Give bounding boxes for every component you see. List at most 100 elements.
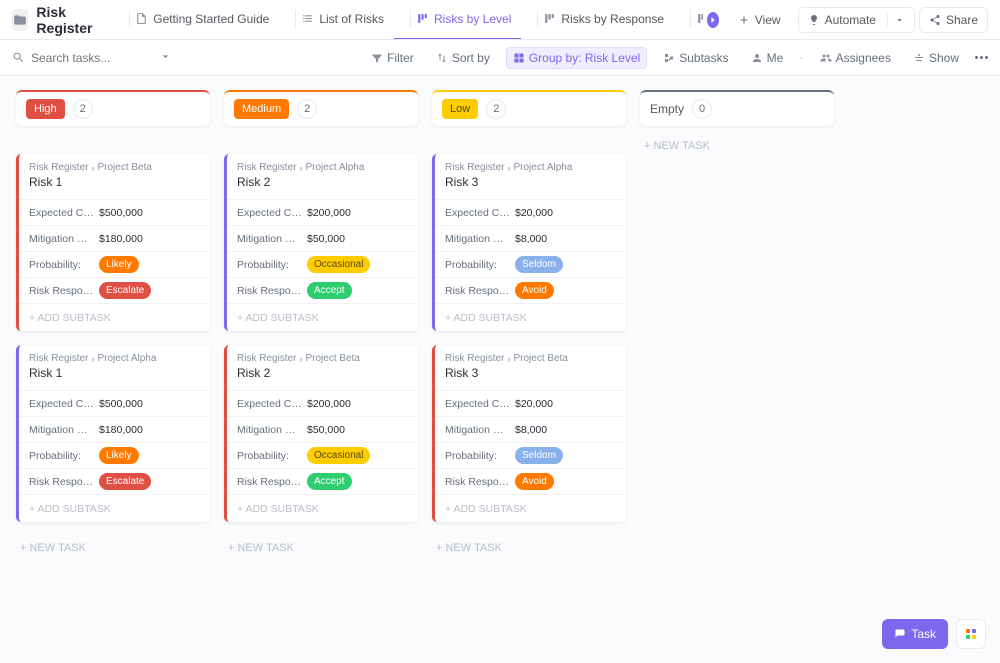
response-pill: Escalate <box>99 473 151 490</box>
tab-label: Risks by Level <box>434 12 511 26</box>
field-label: Expected C… <box>29 398 99 410</box>
field-label: Risk Respo… <box>29 476 99 488</box>
page-title: Risk Register <box>36 4 103 36</box>
new-task-button[interactable]: + NEW TASK <box>224 536 418 560</box>
chevron-down-icon[interactable] <box>159 50 172 66</box>
field-value: $50,000 <box>307 424 345 436</box>
risk-card[interactable]: Risk Register›Project Beta Risk 3 Expected… <box>432 345 626 522</box>
field-value: $8,000 <box>515 424 547 436</box>
field-value: $180,000 <box>99 233 143 245</box>
subtasks-label: Subtasks <box>679 51 728 65</box>
add-subtask-button[interactable]: + ADD SUBTASK <box>435 303 626 331</box>
new-task-button[interactable]: + NEW TASK <box>16 536 210 560</box>
add-subtask-button[interactable]: + ADD SUBTASK <box>19 303 210 331</box>
field-label: Probability: <box>237 450 307 462</box>
column-badge: High <box>26 99 65 119</box>
column-count: 2 <box>486 99 506 119</box>
column-count: 2 <box>73 99 93 119</box>
card-title: Risk 3 <box>445 175 616 189</box>
field-label: Risk Respo… <box>445 285 515 297</box>
automate-label: Automate <box>825 13 876 27</box>
field-value: $500,000 <box>99 398 143 410</box>
response-pill: Avoid <box>515 473 554 490</box>
me-button[interactable]: Me <box>745 48 790 68</box>
sort-button[interactable]: Sort by <box>430 48 496 68</box>
add-subtask-button[interactable]: + ADD SUBTASK <box>435 494 626 522</box>
field-label: Expected C… <box>445 207 515 219</box>
share-label: Share <box>946 13 978 27</box>
field-value: $20,000 <box>515 398 553 410</box>
risk-card[interactable]: Risk Register›Project Alpha Risk 1 Expecte… <box>16 345 210 522</box>
risk-card[interactable]: Risk Register›Project AlphaRisk 2Expecte… <box>224 154 418 331</box>
group-label: Group by: Risk Level <box>529 51 640 65</box>
field-label: Risk Respo… <box>237 285 307 297</box>
new-task-button[interactable]: + NEW TASK <box>640 134 834 158</box>
apps-button[interactable] <box>956 619 986 649</box>
risk-card[interactable]: Risk Register›Project BetaRisk 2Expected… <box>224 345 418 522</box>
tab-label: Risks by Response <box>561 12 664 26</box>
card-title: Risk 1 <box>29 366 200 380</box>
add-subtask-button[interactable]: + ADD SUBTASK <box>227 303 418 331</box>
add-subtask-button[interactable]: + ADD SUBTASK <box>19 494 210 522</box>
column-header[interactable]: High 2 <box>16 90 210 126</box>
probability-pill: Likely <box>99 447 139 464</box>
tabs-overflow-button[interactable] <box>707 12 719 28</box>
assignees-button[interactable]: Assignees <box>814 48 897 68</box>
toolbar: Filter Sort by Group by: Risk Level Subt… <box>0 40 1000 76</box>
more-menu-button[interactable] <box>975 56 988 59</box>
group-by-button[interactable]: Group by: Risk Level <box>506 47 647 69</box>
add-subtask-button[interactable]: + ADD SUBTASK <box>227 494 418 522</box>
tab-risks-by-response[interactable]: Risks by Response <box>521 0 674 39</box>
column-count: 0 <box>692 99 712 119</box>
field-value: $20,000 <box>515 207 553 219</box>
breadcrumb: Risk Register›Project Alpha <box>237 162 408 173</box>
field-label: Probability: <box>29 259 99 271</box>
share-button[interactable]: Share <box>919 7 988 33</box>
risk-card[interactable]: Risk Register›Project BetaRisk 1Expected… <box>16 154 210 331</box>
field-label: Mitigation … <box>445 233 515 245</box>
probability-pill: Seldom <box>515 256 563 273</box>
kanban-board: High2Risk Register›Project BetaRisk 1Exp… <box>0 76 1000 663</box>
folder-icon <box>12 9 28 31</box>
field-value: $180,000 <box>99 424 143 436</box>
card-title: Risk 2 <box>237 366 408 380</box>
tab-getting-started-guide[interactable]: Getting Started Guide <box>119 0 279 39</box>
show-label: Show <box>929 51 959 65</box>
automate-button[interactable]: Automate <box>798 7 915 33</box>
column-header[interactable]: Low 2 <box>432 90 626 126</box>
chevron-down-icon <box>887 14 905 26</box>
sort-label: Sort by <box>452 51 490 65</box>
probability-pill: Occasional <box>307 256 370 273</box>
show-button[interactable]: Show <box>907 48 965 68</box>
search-input[interactable] <box>31 51 151 65</box>
field-label: Expected C… <box>445 398 515 410</box>
card-title: Risk 2 <box>237 175 408 189</box>
column-high: High 2 Risk Register›Project BetaRisk 1Exp… <box>16 90 210 560</box>
column-badge: Low <box>442 99 478 119</box>
column-header[interactable]: Medium2 <box>224 90 418 126</box>
assignees-label: Assignees <box>836 51 891 65</box>
filter-button[interactable]: Filter <box>365 48 420 68</box>
new-task-fab[interactable]: Task <box>882 619 948 649</box>
tab-risks-by-status[interactable]: Risks by Status <box>674 0 703 39</box>
search-input-wrapper[interactable] <box>12 50 172 66</box>
breadcrumb: Risk Register›Project Alpha <box>445 162 616 173</box>
column-header[interactable]: Empty0 <box>640 90 834 126</box>
new-task-fab-label: Task <box>911 627 936 641</box>
search-icon <box>12 51 25 64</box>
tab-label: List of Risks <box>319 12 384 26</box>
risk-card[interactable]: Risk Register›Project Alpha Risk 3 Expecte… <box>432 154 626 331</box>
field-value: $8,000 <box>515 233 547 245</box>
new-task-button[interactable]: + NEW TASK <box>432 536 626 560</box>
breadcrumb: Risk Register›Project Beta <box>445 353 616 364</box>
field-label: Mitigation … <box>237 233 307 245</box>
add-view-button[interactable]: View <box>729 7 790 33</box>
card-title: Risk 3 <box>445 366 616 380</box>
tab-risks-by-level[interactable]: Risks by Level <box>394 0 521 39</box>
tab-list-of-risks[interactable]: List of Risks <box>279 0 394 39</box>
subtasks-button[interactable]: Subtasks <box>657 48 734 68</box>
field-value: $200,000 <box>307 398 351 410</box>
column-medium: Medium2 Risk Register›Project Alpha Risk 2… <box>224 90 418 560</box>
probability-pill: Occasional <box>307 447 370 464</box>
breadcrumb: Risk Register›Project Alpha <box>29 353 200 364</box>
